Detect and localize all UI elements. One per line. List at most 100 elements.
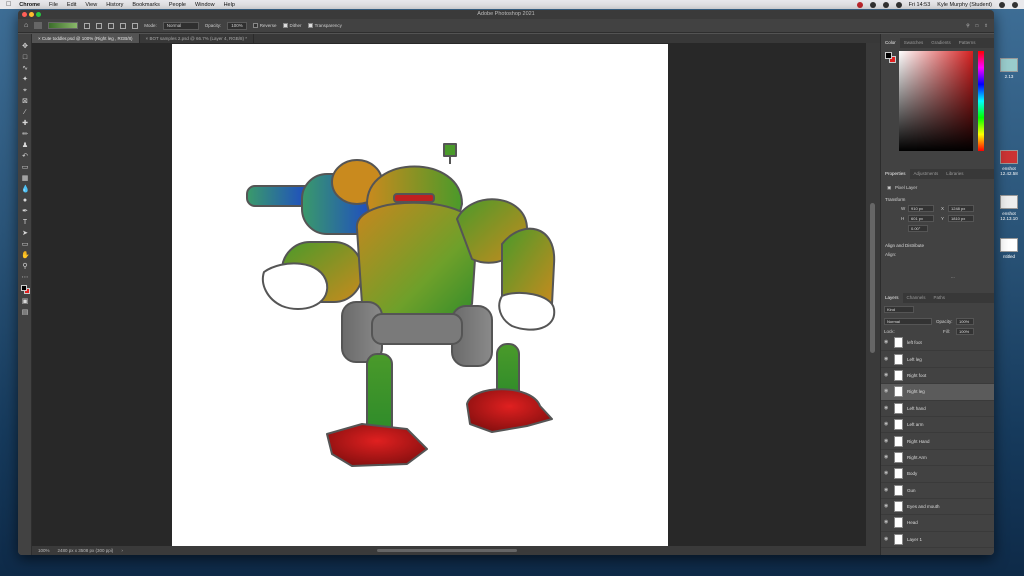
menu-bookmarks[interactable]: Bookmarks bbox=[132, 2, 160, 8]
document-size[interactable]: 2480 px x 3508 px (300 ppi) bbox=[58, 546, 114, 555]
more-options-icon[interactable]: ... bbox=[951, 274, 955, 279]
zoom-level[interactable]: 100% bbox=[38, 546, 50, 555]
desktop-screenshot-icon[interactable]: enshot 12.13.10 bbox=[994, 195, 1024, 221]
color-picker-field[interactable] bbox=[899, 51, 973, 151]
layer-row[interactable]: ◉ Eyes and mouth bbox=[881, 499, 994, 516]
menubar-clock[interactable]: Fri 14:53 bbox=[909, 2, 931, 8]
menu-view[interactable]: View bbox=[85, 2, 97, 8]
tab-patterns[interactable]: Patterns bbox=[955, 38, 980, 48]
tab-swatches[interactable]: Swatches bbox=[900, 38, 928, 48]
zoom-window-button[interactable] bbox=[36, 12, 41, 17]
quick-select-tool-icon[interactable]: ✦ bbox=[21, 76, 29, 84]
tab-color[interactable]: Color bbox=[881, 38, 900, 48]
eyedropper-tool-icon[interactable]: ∕ bbox=[21, 109, 29, 117]
visibility-eye-icon[interactable]: ◉ bbox=[884, 372, 889, 378]
menu-history[interactable]: History bbox=[106, 2, 123, 8]
tab-layers[interactable]: Layers bbox=[881, 293, 903, 303]
blur-tool-icon[interactable]: 💧 bbox=[21, 186, 30, 194]
clone-stamp-tool-icon[interactable]: ♟ bbox=[21, 142, 29, 150]
apple-icon[interactable]:  bbox=[6, 1, 11, 8]
tab-libraries[interactable]: Libraries bbox=[942, 169, 967, 179]
horizontal-scrollbar-thumb[interactable] bbox=[377, 549, 517, 552]
layer-row[interactable]: ◉ Right Hand bbox=[881, 433, 994, 450]
layer-row[interactable]: ◉ Left arm bbox=[881, 417, 994, 434]
minimize-window-button[interactable] bbox=[29, 12, 34, 17]
history-brush-tool-icon[interactable]: ↶ bbox=[21, 153, 29, 161]
marquee-tool-icon[interactable]: □ bbox=[21, 54, 29, 62]
control-center-icon[interactable] bbox=[1012, 1, 1018, 8]
workspace-icon[interactable]: □ bbox=[976, 23, 979, 28]
document-tab[interactable]: × BOT samples 2.psd @ 66.7% (Layer 4, RG… bbox=[140, 34, 254, 43]
menu-window[interactable]: Window bbox=[195, 2, 215, 8]
height-field[interactable]: 601 px bbox=[908, 215, 934, 222]
transparency-checkbox[interactable]: Transparency bbox=[307, 23, 342, 28]
tab-gradients[interactable]: Gradients bbox=[927, 38, 955, 48]
search-icon[interactable]: ⚲ bbox=[966, 23, 969, 29]
path-select-tool-icon[interactable]: ➤ bbox=[21, 230, 29, 238]
transform-section-title[interactable]: Transform bbox=[885, 197, 905, 202]
width-field[interactable]: 910 px bbox=[908, 205, 934, 212]
layer-opacity-field[interactable]: 100% bbox=[956, 318, 974, 325]
layer-row[interactable]: ◉ Left hand bbox=[881, 401, 994, 417]
gradient-type-linear-icon[interactable] bbox=[84, 22, 91, 29]
more-tools-icon[interactable]: ⋯ bbox=[21, 274, 29, 282]
healing-brush-tool-icon[interactable]: ✚ bbox=[21, 120, 29, 128]
pen-tool-icon[interactable]: ✒ bbox=[21, 208, 29, 216]
mode-select[interactable]: Normal bbox=[162, 21, 199, 30]
canvas-area[interactable] bbox=[32, 43, 866, 546]
angle-field[interactable]: 0.00° bbox=[908, 225, 928, 232]
lasso-tool-icon[interactable]: ∿ bbox=[21, 65, 29, 73]
menu-help[interactable]: Help bbox=[224, 2, 235, 8]
visibility-eye-icon[interactable]: ◉ bbox=[884, 340, 889, 345]
desktop-screenshot-icon[interactable]: enshot 12.42.58 bbox=[994, 150, 1024, 176]
y-field[interactable]: 1810 px bbox=[948, 215, 974, 222]
crop-tool-icon[interactable]: ⌖ bbox=[21, 87, 29, 95]
volume-icon[interactable] bbox=[895, 1, 902, 8]
visibility-eye-icon[interactable]: ◉ bbox=[884, 356, 889, 362]
gradient-type-reflected-icon[interactable] bbox=[120, 22, 127, 29]
reverse-checkbox[interactable]: Reverse bbox=[252, 23, 277, 28]
gradient-type-radial-icon[interactable] bbox=[96, 22, 103, 29]
gradient-picker[interactable] bbox=[48, 22, 79, 29]
visibility-eye-icon[interactable]: ◉ bbox=[884, 438, 889, 444]
desktop-document-icon[interactable]: ntitled bbox=[994, 238, 1024, 259]
layer-row[interactable]: ◉ Layer 1 bbox=[881, 532, 994, 549]
align-section-title[interactable]: Align and Distribute bbox=[885, 243, 924, 248]
opacity-field[interactable]: 100% bbox=[227, 21, 247, 30]
menu-edit[interactable]: Edit bbox=[67, 2, 76, 8]
layer-filter-kind[interactable]: Kind bbox=[884, 306, 914, 313]
tab-properties[interactable]: Properties bbox=[881, 169, 910, 179]
visibility-eye-icon[interactable]: ◉ bbox=[884, 520, 889, 525]
layer-row[interactable]: ◉ Gun bbox=[881, 483, 994, 499]
visibility-eye-icon[interactable]: ◉ bbox=[884, 487, 889, 493]
type-tool-icon[interactable]: T bbox=[21, 219, 29, 227]
visibility-eye-icon[interactable]: ◉ bbox=[884, 454, 889, 460]
hue-slider[interactable] bbox=[978, 51, 984, 151]
visibility-eye-icon[interactable]: ◉ bbox=[884, 471, 889, 476]
desktop-file-icon[interactable]: 2.13 bbox=[994, 58, 1024, 79]
hand-tool-icon[interactable]: ✋ bbox=[21, 252, 30, 260]
menubar-app-name[interactable]: Chrome bbox=[19, 2, 40, 8]
layer-row[interactable]: ◉ Right leg bbox=[881, 384, 994, 401]
dodge-tool-icon[interactable]: ● bbox=[21, 197, 29, 205]
layer-row[interactable]: ◉ Left leg bbox=[881, 351, 994, 368]
status-arrow-icon[interactable]: › bbox=[121, 546, 123, 555]
share-icon[interactable]: ⇧ bbox=[984, 23, 988, 29]
layer-row[interactable]: ◉ Head bbox=[881, 515, 994, 532]
home-icon[interactable]: ⌂ bbox=[24, 22, 28, 29]
visibility-eye-icon[interactable]: ◉ bbox=[884, 504, 889, 509]
x-field[interactable]: 1248 px bbox=[948, 205, 974, 212]
document-tab[interactable]: × Cute toddler.psd @ 100% (Right leg , R… bbox=[32, 34, 140, 43]
rectangle-tool-icon[interactable]: ▭ bbox=[21, 241, 29, 249]
gradient-tool-preset-icon[interactable] bbox=[34, 22, 43, 29]
color-panel-foreground-swatch[interactable] bbox=[885, 52, 892, 59]
layer-row[interactable]: ◉ Right Arm bbox=[881, 450, 994, 467]
tab-paths[interactable]: Paths bbox=[930, 293, 950, 303]
frame-tool-icon[interactable]: ⊠ bbox=[21, 98, 29, 106]
document-canvas[interactable] bbox=[172, 44, 668, 546]
screen-mode-icon[interactable]: ▤ bbox=[21, 309, 29, 317]
tab-adjustments[interactable]: Adjustments bbox=[910, 169, 943, 179]
menubar-user[interactable]: Kyle Murphy (Student) bbox=[937, 2, 992, 8]
menu-people[interactable]: People bbox=[169, 2, 186, 8]
layer-row[interactable]: ◉ left foot bbox=[881, 335, 994, 352]
